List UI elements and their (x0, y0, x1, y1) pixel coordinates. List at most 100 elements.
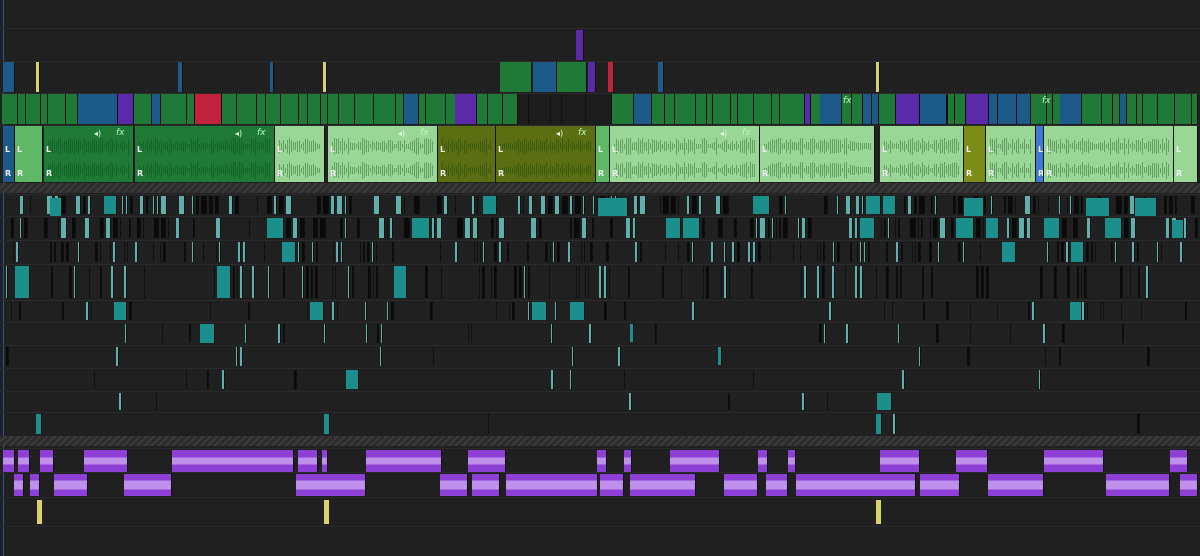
video-clip[interactable] (1175, 94, 1192, 124)
sfx-clip[interactable] (348, 266, 350, 298)
video-clip[interactable] (820, 94, 842, 124)
music-clip[interactable] (506, 474, 598, 496)
sfx-clip[interactable] (91, 302, 92, 320)
sfx-clip[interactable] (157, 196, 159, 214)
sfx-clip[interactable] (845, 266, 846, 298)
sfx-clip[interactable] (514, 266, 517, 298)
sfx-clip[interactable] (800, 242, 801, 262)
sfx-clip[interactable] (581, 242, 582, 262)
sfx-clip[interactable] (703, 266, 704, 298)
video-clip[interactable] (152, 94, 161, 124)
sfx-clip[interactable] (545, 242, 548, 262)
video-clip[interactable] (955, 94, 966, 124)
video-clip[interactable] (266, 94, 281, 124)
sfx-clip[interactable] (113, 218, 118, 238)
audio-clip-a1[interactable]: LR (964, 126, 986, 182)
sfx-clip[interactable] (1122, 324, 1124, 343)
sfx-clip[interactable] (337, 302, 338, 320)
audio-clip-a1[interactable]: LR (596, 126, 610, 182)
sfx-clip[interactable] (919, 196, 925, 214)
sfx-clip[interactable] (604, 302, 607, 320)
sfx-clip[interactable] (970, 324, 971, 343)
sfx-clip[interactable] (846, 196, 851, 214)
sfx-clip[interactable] (100, 242, 101, 262)
sfx-clip[interactable] (76, 196, 81, 214)
sfx-clip[interactable] (161, 196, 167, 214)
sfx-clip[interactable] (837, 196, 839, 214)
sfx-clip[interactable] (593, 196, 595, 214)
sfx-clip[interactable] (1137, 242, 1139, 262)
sfx-clip[interactable] (723, 196, 729, 214)
sfx-clip[interactable] (827, 393, 828, 410)
video-clip[interactable] (1120, 94, 1127, 124)
sfx-clip[interactable] (837, 242, 840, 262)
sfx-clip[interactable] (124, 266, 127, 298)
video-clip[interactable] (518, 94, 529, 124)
sfx-clip[interactable] (915, 242, 916, 262)
video-clip[interactable] (863, 94, 872, 124)
sfx-clip[interactable] (991, 196, 993, 214)
audio-clip-a1[interactable]: LR (986, 126, 1036, 182)
sfx-clip[interactable] (488, 414, 489, 434)
sfx-clip[interactable] (146, 196, 148, 214)
sfx-clip[interactable] (846, 324, 849, 343)
sfx-clip[interactable] (551, 370, 554, 389)
video-clip[interactable] (948, 94, 955, 124)
music-clip[interactable] (630, 474, 696, 496)
sfx-clip[interactable] (598, 198, 628, 216)
sfx-clip[interactable] (282, 242, 296, 262)
music-clip[interactable] (472, 474, 500, 496)
sfx-clip[interactable] (219, 242, 221, 262)
sfx-clip[interactable] (302, 242, 305, 262)
sfx-clip[interactable] (1115, 242, 1117, 262)
sfx-clip[interactable] (721, 266, 722, 298)
sfx-clip[interactable] (332, 302, 335, 320)
sfx-clip[interactable] (681, 266, 682, 298)
sfx-clip[interactable] (862, 196, 864, 214)
sfx-clip[interactable] (823, 242, 825, 262)
sfx-clip[interactable] (216, 242, 217, 262)
sfx-clip[interactable] (88, 196, 91, 214)
sfx-clip[interactable] (1091, 242, 1093, 262)
sfx-clip[interactable] (307, 302, 308, 320)
sfx-clip[interactable] (575, 196, 581, 214)
sfx-clip[interactable] (576, 266, 577, 298)
sfx-clip[interactable] (44, 218, 48, 238)
sfx-clip[interactable] (702, 218, 705, 238)
sfx-clip[interactable] (283, 266, 285, 298)
sfx-clip[interactable] (176, 218, 180, 238)
sfx-clip[interactable] (156, 393, 157, 410)
sfx-clip[interactable] (86, 302, 89, 320)
sfx-clip[interactable] (216, 218, 221, 238)
video-clip[interactable] (1158, 94, 1175, 124)
sfx-clip[interactable] (751, 266, 753, 298)
video-clip[interactable] (237, 94, 257, 124)
sfx-clip[interactable] (1111, 242, 1113, 262)
sfx-clip[interactable] (312, 242, 314, 262)
sfx-clip[interactable] (300, 218, 305, 238)
sfx-clip[interactable] (324, 324, 326, 343)
sfx-clip[interactable] (1074, 196, 1079, 214)
sfx-clip[interactable] (532, 302, 547, 320)
sfx-clip[interactable] (980, 242, 981, 262)
video-clip[interactable] (872, 94, 879, 124)
sfx-clip[interactable] (864, 242, 866, 262)
video-clip[interactable] (66, 94, 78, 124)
video-clip[interactable] (323, 62, 327, 92)
music-clip[interactable] (440, 474, 468, 496)
sfx-clip[interactable] (634, 196, 638, 214)
sfx-clip[interactable] (316, 242, 318, 262)
sfx-clip[interactable] (1059, 347, 1061, 366)
sfx-clip[interactable] (938, 242, 940, 262)
video-clip[interactable] (586, 94, 612, 124)
sfx-clip[interactable] (324, 414, 330, 434)
sfx-clip[interactable] (496, 218, 497, 238)
sfx-clip[interactable] (162, 324, 163, 343)
sfx-clip[interactable] (332, 266, 333, 298)
sfx-clip[interactable] (217, 266, 231, 298)
sfx-clip[interactable] (986, 218, 999, 238)
sfx-clip[interactable] (267, 196, 272, 214)
sfx-clip[interactable] (209, 196, 213, 214)
video-clip[interactable] (665, 94, 675, 124)
sfx-clip[interactable] (1180, 242, 1183, 262)
